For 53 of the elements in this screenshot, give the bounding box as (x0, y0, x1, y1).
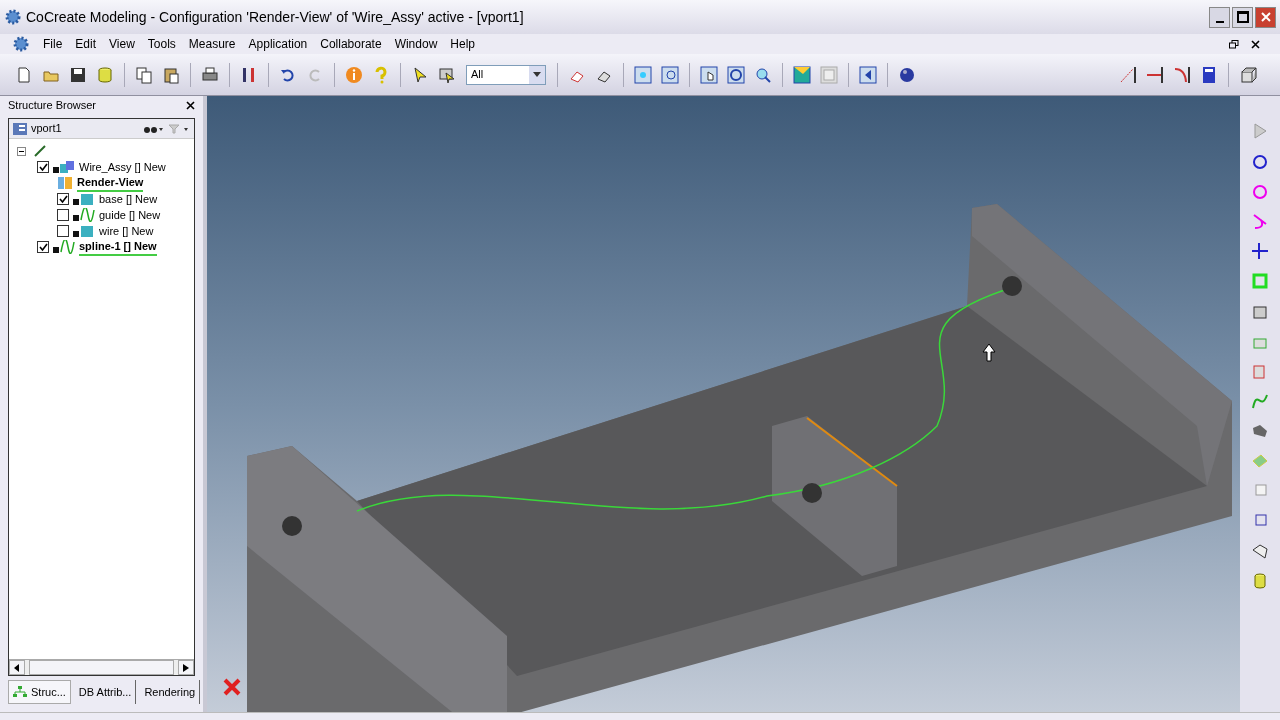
checkbox[interactable] (57, 225, 69, 237)
curve-icon (53, 240, 75, 254)
filter-icon[interactable] (168, 123, 190, 134)
menu-item[interactable]: Collaborate (320, 35, 382, 53)
gear-icon (12, 35, 30, 53)
collapse-icon[interactable] (17, 146, 26, 156)
menu-item[interactable]: View (109, 35, 135, 53)
assembly-icon (53, 160, 75, 174)
close-button[interactable] (1255, 6, 1276, 28)
checkbox[interactable] (57, 209, 69, 221)
cursor-icon (982, 344, 996, 362)
menu-item[interactable]: Application (248, 35, 308, 53)
list-icon (13, 122, 27, 135)
filter-dropdown[interactable]: All (466, 64, 546, 85)
checkbox[interactable] (37, 161, 49, 173)
tree-item-label[interactable]: Render-View (77, 173, 144, 193)
panel-tab[interactable]: Struc... (8, 680, 71, 704)
restore-icon[interactable] (1229, 39, 1239, 49)
viewport-label: vport1 (31, 121, 63, 137)
checkbox[interactable] (57, 193, 69, 205)
horizontal-scrollbar[interactable] (9, 659, 194, 675)
configuration-icon (57, 176, 73, 190)
close-icon[interactable] (186, 100, 195, 110)
panel-tab[interactable]: DB Attrib... (74, 680, 137, 704)
split-icon[interactable] (1250, 241, 1270, 261)
menu-item[interactable]: File (43, 35, 63, 53)
panel-tab[interactable]: Rendering (140, 680, 201, 704)
maximize-button[interactable] (1232, 6, 1253, 28)
menu-item[interactable]: Window (394, 35, 438, 53)
close-icon[interactable] (1251, 39, 1260, 49)
caret-icon (533, 72, 541, 77)
menu-item[interactable]: Measure (188, 35, 236, 53)
tree-item-label[interactable]: base [] New (99, 190, 158, 208)
menu-item[interactable]: Help (450, 35, 475, 53)
hierarchy-icon (13, 686, 27, 698)
gear-icon (4, 8, 22, 26)
checkbox[interactable] (37, 241, 49, 253)
minimize-button[interactable] (1209, 6, 1230, 28)
tree-item-label[interactable]: Wire_Assy [] New (79, 158, 166, 176)
right-arrow-icon[interactable] (183, 663, 189, 672)
close-icon (1260, 12, 1271, 22)
part-icon (73, 192, 95, 206)
tree-item-label[interactable]: spline-1 [] New (79, 237, 157, 257)
panel-title: Structure Browser (8, 97, 98, 113)
tree-item-label[interactable]: guide [] New (99, 206, 161, 224)
tree-item-label[interactable]: wire [] New (99, 222, 154, 240)
line-icon (34, 145, 46, 157)
window-title: CoCreate Modeling - Configuration 'Render-View' of 'Wire_Assy' active - [vport1] (26, 7, 524, 27)
menu-item[interactable]: Tools (147, 35, 176, 53)
menu-item[interactable]: Edit (75, 35, 97, 53)
curve-icon (73, 208, 95, 222)
part-icon (73, 224, 95, 238)
left-arrow-icon[interactable] (14, 663, 20, 672)
